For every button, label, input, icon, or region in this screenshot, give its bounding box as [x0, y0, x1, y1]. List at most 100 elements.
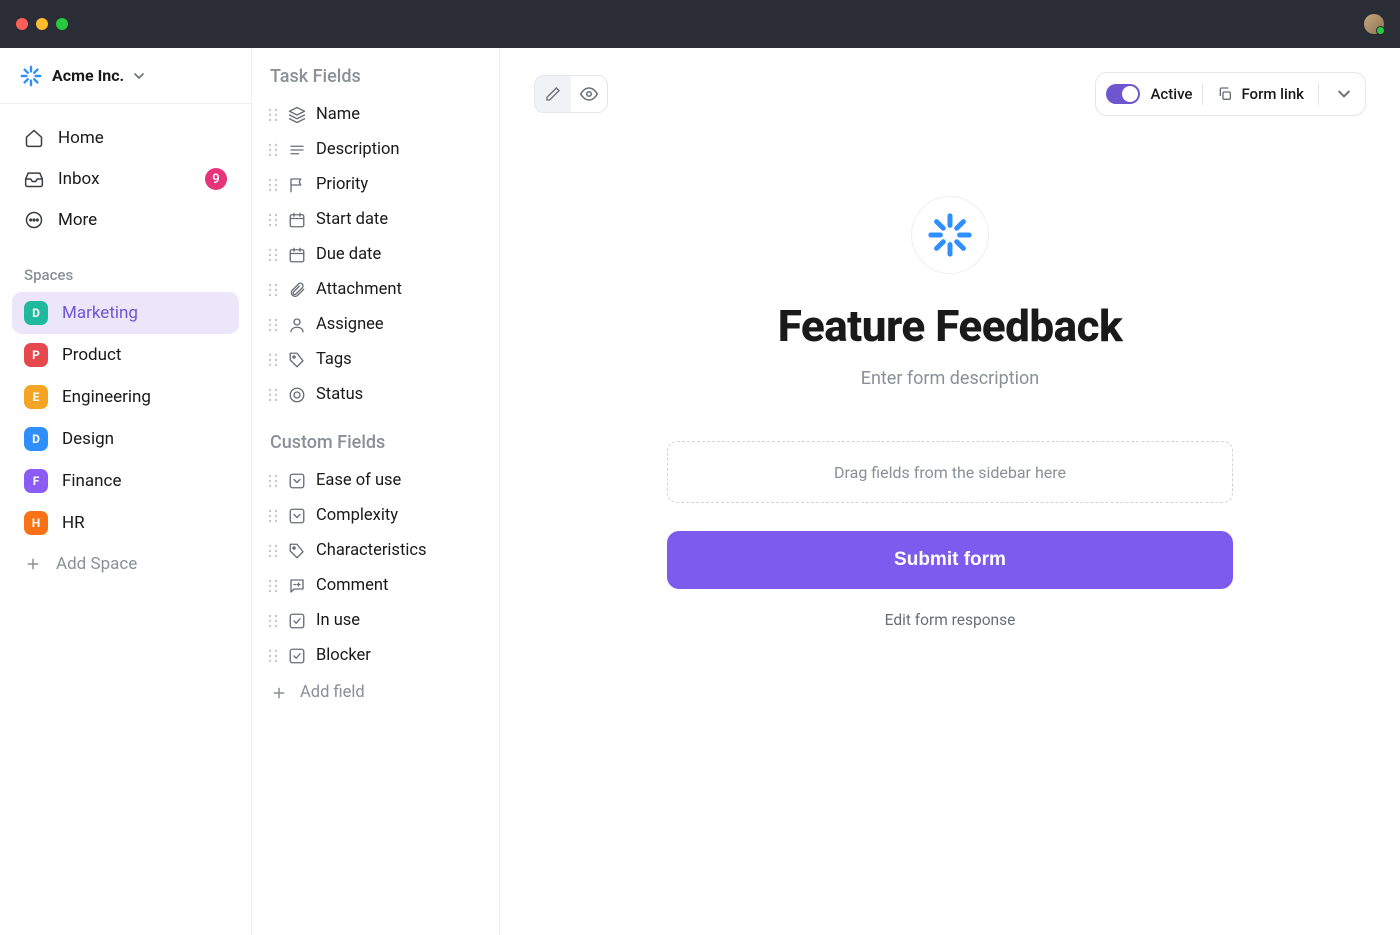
nav-label: Inbox [58, 169, 100, 189]
calendar-icon [288, 246, 306, 264]
preview-view-button[interactable] [571, 76, 607, 112]
chevron-down-icon [134, 73, 144, 79]
field-start-date[interactable]: Start date [262, 202, 489, 237]
nav-inbox[interactable]: Inbox 9 [12, 158, 239, 200]
form-desc-placeholder[interactable]: Enter form description [861, 368, 1040, 389]
add-field-button[interactable]: Add field [262, 673, 489, 712]
task-fields-label: Task Fields [262, 66, 489, 97]
layers-icon [288, 106, 306, 124]
submit-form-button[interactable]: Submit form [667, 531, 1233, 589]
drag-handle-icon [268, 579, 278, 593]
space-badge: D [24, 427, 48, 451]
space-label: HR [62, 513, 85, 533]
dropdown-icon [288, 507, 306, 525]
space-item-finance[interactable]: FFinance [12, 460, 239, 502]
add-space-label: Add Space [56, 554, 137, 574]
field-description[interactable]: Description [262, 132, 489, 167]
drag-handle-icon [268, 178, 278, 192]
space-item-marketing[interactable]: DMarketing [12, 292, 239, 334]
space-label: Engineering [62, 387, 151, 407]
target-icon [288, 386, 306, 404]
space-label: Finance [62, 471, 121, 491]
window-maximize-button[interactable] [56, 18, 68, 30]
space-item-engineering[interactable]: E Engineering [12, 376, 239, 418]
toolbar-more-button[interactable] [1329, 79, 1359, 109]
edit-view-button[interactable] [535, 76, 571, 112]
form-link-button[interactable]: Form link [1213, 85, 1308, 103]
space-label: Design [62, 429, 114, 449]
add-space-button[interactable]: Add Space [12, 544, 239, 584]
drag-handle-icon [268, 108, 278, 122]
window-close-button[interactable] [16, 18, 28, 30]
field-label: Name [316, 105, 360, 124]
plus-icon [270, 684, 288, 702]
eye-icon [580, 85, 598, 103]
space-item-product[interactable]: PProduct [12, 334, 239, 376]
drag-handle-icon [268, 509, 278, 523]
field-attachment[interactable]: Attachment [262, 272, 489, 307]
edit-response-link[interactable]: Edit form response [885, 611, 1016, 629]
field-tags[interactable]: Tags [262, 342, 489, 377]
field-status[interactable]: Status [262, 377, 489, 412]
space-badge: H [24, 511, 48, 535]
view-toggle [534, 75, 608, 113]
drag-handle-icon [268, 388, 278, 402]
traffic-lights [16, 18, 68, 30]
form-logo[interactable] [911, 196, 989, 274]
field-name[interactable]: Name [262, 97, 489, 132]
field-complexity[interactable]: Complexity [262, 498, 489, 533]
flag-icon [288, 176, 306, 194]
field-blocker[interactable]: Blocker [262, 638, 489, 673]
window-minimize-button[interactable] [36, 18, 48, 30]
workspace-logo-icon [20, 65, 42, 87]
nav-more[interactable]: More [12, 200, 239, 240]
field-drop-zone[interactable]: Drag fields from the sidebar here [667, 441, 1233, 503]
inbox-icon [24, 169, 44, 189]
space-item-design[interactable]: D Design [12, 418, 239, 460]
titlebar [0, 0, 1400, 48]
divider [1318, 83, 1319, 105]
tag-icon [288, 542, 306, 560]
field-label: Assignee [316, 315, 384, 334]
user-avatar[interactable] [1364, 14, 1384, 34]
toolbar: Active Form link [500, 48, 1400, 116]
nav-home[interactable]: Home [12, 118, 239, 158]
pencil-icon [545, 86, 561, 102]
field-characteristics[interactable]: Characteristics [262, 533, 489, 568]
space-label: Marketing [62, 303, 138, 323]
copy-icon [1217, 86, 1233, 102]
comment-icon [288, 577, 306, 595]
space-badge: E [24, 385, 48, 409]
field-label: Start date [316, 210, 388, 229]
workspace-name: Acme Inc. [52, 66, 124, 85]
divider [1202, 83, 1203, 105]
active-toggle[interactable] [1106, 84, 1140, 104]
field-comment[interactable]: Comment [262, 568, 489, 603]
main-content: Active Form link Feature Feedback Enter … [500, 48, 1400, 935]
text-icon [288, 141, 306, 159]
burst-icon [927, 212, 973, 258]
drag-handle-icon [268, 283, 278, 297]
add-field-label: Add field [300, 683, 365, 702]
drag-handle-icon [268, 614, 278, 628]
field-due-date[interactable]: Due date [262, 237, 489, 272]
workspace-switcher[interactable]: Acme Inc. [0, 48, 251, 104]
field-assignee[interactable]: Assignee [262, 307, 489, 342]
field-in-use[interactable]: In use [262, 603, 489, 638]
checkbox-icon [288, 647, 306, 665]
field-label: Comment [316, 576, 388, 595]
field-priority[interactable]: Priority [262, 167, 489, 202]
paperclip-icon [288, 281, 306, 299]
field-label: Characteristics [316, 541, 427, 560]
nav-label: More [58, 210, 97, 230]
field-ease-of-use[interactable]: Ease of use [262, 463, 489, 498]
field-label: Blocker [316, 646, 371, 665]
field-label: Complexity [316, 506, 398, 525]
field-label: Ease of use [316, 471, 401, 490]
field-label: Attachment [316, 280, 402, 299]
home-icon [24, 128, 44, 148]
drag-handle-icon [268, 318, 278, 332]
form-title[interactable]: Feature Feedback [778, 300, 1123, 352]
spaces-label: Spaces [12, 240, 239, 292]
space-item-hr[interactable]: H HR [12, 502, 239, 544]
